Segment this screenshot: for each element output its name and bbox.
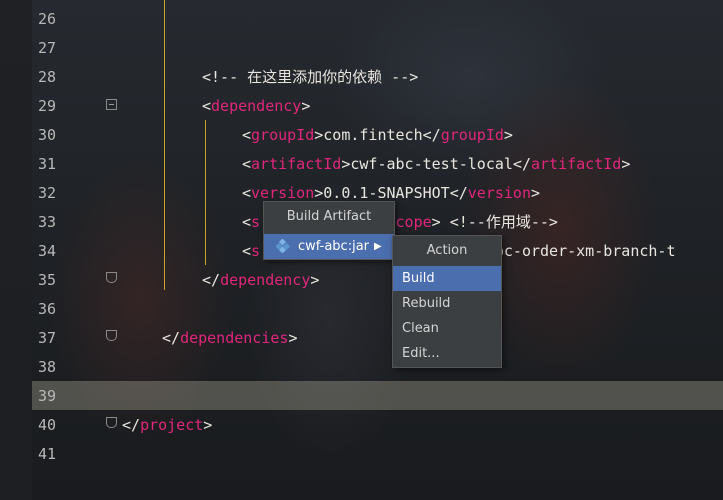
code-token: <!-- 在这里添加你的依赖 --> [202,68,419,86]
code-line[interactable]: 35 </dependency> [0,266,723,295]
line-number: 39 [37,387,56,405]
code-line[interactable]: 31 <artifactId>cwf-abc-test-local</artifa… [0,150,723,179]
code-token: >0.0.1-SNAPSHOT</ [314,184,468,202]
xml-tag-name: groupId [440,126,504,144]
code-token: < [242,126,252,144]
code-token: < [242,184,252,202]
action-edit[interactable]: Edit... [393,341,501,366]
code-token: </ [122,416,141,434]
code-token: < [242,213,252,231]
code-line[interactable]: 29 <dependency> [0,92,723,121]
xml-tag-name: artifactId [531,155,622,173]
line-number: 40 [37,416,56,434]
submenu-arrow-icon: ▶ [374,241,382,252]
build-artifact-popup: Build Artifact cwf-abc:jar ▶ [263,201,395,260]
code-token: >com.fintech</ [314,126,441,144]
code-token: > [503,126,513,144]
line-number: 38 [37,358,56,376]
xml-tag-name: dependency [220,271,311,289]
line-number: 32 [37,184,56,202]
line-number: 33 [37,213,56,231]
line-number: 26 [37,10,56,28]
code-token: < [202,97,212,115]
code-line[interactable]: 37 </dependencies> [0,324,723,353]
code-line[interactable]: 40 </project> [0,411,723,440]
code-text: <artifactId>cwf-abc-test-local</artifact… [242,150,630,179]
code-token: </ [202,271,221,289]
code-token: > <!--作用域--> [431,213,558,231]
code-token: > [621,155,631,173]
code-token: > [310,271,320,289]
xml-tag-name: project [140,416,204,434]
code-line[interactable]: 30 <groupId>com.fintech</groupId> [0,121,723,150]
code-token: > [203,416,213,434]
action-clean[interactable]: Clean [393,316,501,341]
line-number: 31 [37,155,56,173]
line-number: 27 [37,39,56,57]
xml-tag-name: artifactId [251,155,342,173]
code-token: > [531,184,541,202]
action-build[interactable]: Build [393,266,501,291]
line-number: 35 [37,271,56,289]
xml-tag-name: dependencies [180,329,289,347]
code-token: </ [162,329,181,347]
code-token: < [242,155,252,173]
line-number: 29 [37,97,56,115]
code-text: </dependencies> [162,324,297,353]
code-text: <!-- 在这里添加你的依赖 --> [202,63,418,92]
artifact-jar-icon [276,239,290,253]
code-text: </project> [122,411,212,440]
xml-tag-name: groupId [251,126,315,144]
code-line[interactable]: 38 [0,353,723,382]
popup-title: Action [426,243,468,258]
popup-title: Build Artifact [286,209,372,224]
code-token: > [288,329,298,347]
action-popup: Action Build Rebuild Clean Edit... [392,235,502,368]
code-text: <dependency> [202,92,310,121]
code-line[interactable]: 39 [0,382,723,411]
code-token: >cwf-abc-test-local</ [341,155,531,173]
artifact-menu-item[interactable]: cwf-abc:jar ▶ [264,234,394,259]
xml-tag-name: version [251,184,315,202]
xml-tag-name: s [251,242,261,260]
code-line[interactable]: 26 [0,5,723,34]
xml-tag-name: version [467,184,531,202]
code-text: </dependency> [202,266,319,295]
code-line[interactable]: 41 [0,440,723,469]
line-number: 37 [37,329,56,347]
code-token: > [301,97,311,115]
code-line[interactable]: 36 [0,295,723,324]
code-token: < [242,242,252,260]
xml-tag-name: dependency [211,97,302,115]
code-text: <groupId>com.fintech</groupId> [242,121,513,150]
line-number: 41 [37,445,56,463]
code-line[interactable]: 28 <!-- 在这里添加你的依赖 --> [0,63,723,92]
xml-tag-name: s [251,213,261,231]
line-number: 34 [37,242,56,260]
line-number: 36 [37,300,56,318]
code-line[interactable]: 27 [0,34,723,63]
line-number: 28 [37,68,56,86]
line-number: 30 [37,126,56,144]
artifact-label: cwf-abc:jar [298,239,370,254]
action-rebuild[interactable]: Rebuild [393,291,501,316]
